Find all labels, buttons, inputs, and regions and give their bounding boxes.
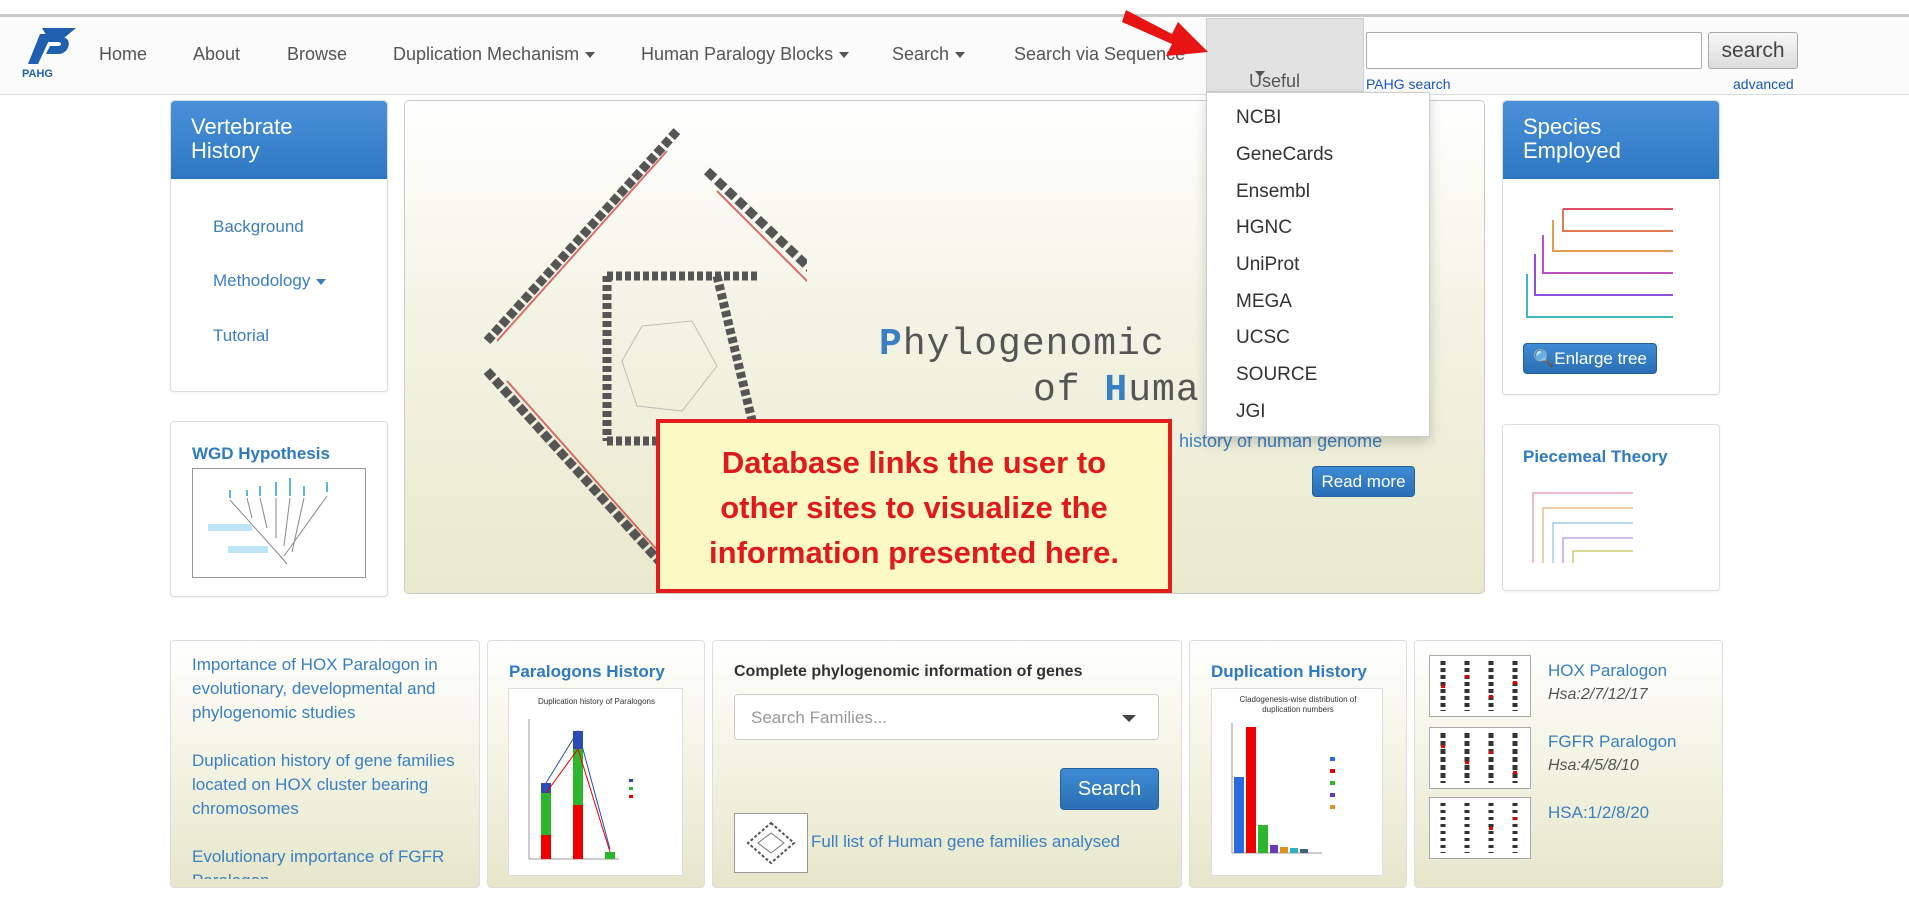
useful-links-menu[interactable]: Useful Links	[1206, 18, 1364, 112]
dropdown-item-genecards[interactable]: GeneCards	[1236, 144, 1333, 166]
duplication-history-title[interactable]: Duplication History	[1211, 662, 1367, 682]
fgfr-paralogon-chromosomes: Hsa:4/5/8/10	[1548, 757, 1639, 774]
family-search-select[interactable]: Search Families...	[734, 694, 1159, 740]
vertebrate-history-panel: Vertebrate History Background Methodolog…	[170, 100, 388, 392]
paralogons-history-panel: Paralogons History Duplication history o…	[487, 640, 705, 888]
dropdown-item-source[interactable]: SOURCE	[1236, 364, 1317, 386]
chevron-down-icon	[955, 52, 966, 59]
gene-families-thumb[interactable]	[734, 813, 808, 873]
red-arrow-icon	[1122, 10, 1208, 56]
hox-paralogon-chromosomes: Hsa:2/7/12/17	[1548, 686, 1648, 703]
nav-browse[interactable]: Browse	[287, 44, 347, 65]
paralogons-chart-title: Duplication history of Paralogons	[538, 697, 655, 706]
tutorial-link[interactable]: Tutorial	[213, 326, 269, 346]
nav-duplication-mechanism[interactable]: Duplication Mechanism	[393, 44, 596, 65]
methodology-link[interactable]: Methodology	[213, 271, 327, 291]
chevron-down-icon	[316, 278, 327, 285]
paralogons-list-panel: HOX Paralogon Hsa:2/7/12/17 FGFR Paralog…	[1414, 640, 1723, 888]
hsa-paralogon-link[interactable]: HSA:1/2/8/20	[1548, 803, 1649, 823]
dropdown-item-jgi[interactable]: JGI	[1236, 401, 1266, 423]
advanced-search-link[interactable]: advanced	[1733, 76, 1794, 92]
background-link[interactable]: Background	[213, 217, 304, 237]
hero-title-h: H	[1104, 369, 1129, 412]
species-title-1: Species	[1523, 114, 1602, 139]
dropdown-item-uniprot[interactable]: UniProt	[1236, 254, 1299, 276]
hox-paralogon-thumb[interactable]	[1429, 655, 1531, 717]
callout-line-1: Database links the user to	[721, 445, 1107, 480]
hero-title-uma: uma	[1128, 369, 1200, 412]
callout-line-2: other sites to visualize the	[720, 490, 1108, 525]
hsa-paralogon-thumb[interactable]	[1429, 797, 1531, 859]
hox-paralogon-link[interactable]: HOX Paralogon	[1548, 661, 1667, 681]
wgd-hypothesis-title[interactable]: WGD Hypothesis	[192, 444, 330, 464]
dropdown-item-hgnc[interactable]: HGNC	[1236, 217, 1292, 239]
search-button[interactable]: search	[1708, 32, 1798, 69]
vertebrate-history-title-2: History	[191, 138, 260, 163]
dropdown-arrow-icon	[1122, 715, 1136, 722]
duplication-history-panel: Duplication History Cladogenesis-wise di…	[1189, 640, 1407, 888]
species-tree	[1526, 208, 1673, 318]
hero-title-line-1: Phylogenomic	[879, 323, 1165, 366]
nav-search-label: Search	[892, 44, 950, 64]
nav-about[interactable]: About	[193, 44, 240, 65]
paralogons-history-title[interactable]: Paralogons History	[509, 662, 665, 682]
logo-icon: PAHG	[22, 28, 76, 80]
full-list-link[interactable]: Full list of Human gene families analyse…	[811, 832, 1120, 852]
search-input[interactable]	[1366, 32, 1702, 69]
piecemeal-theory-panel[interactable]: Piecemeal Theory	[1502, 424, 1720, 591]
logo-text: PAHG	[22, 68, 53, 80]
hero-title-initial: P	[879, 323, 903, 366]
duplication-chart	[1231, 723, 1335, 854]
complete-information-title: Complete phylogenomic information of gen…	[734, 663, 1083, 680]
complete-information-panel: Complete phylogenomic information of gen…	[712, 640, 1182, 888]
methodology-label: Methodology	[213, 271, 311, 290]
pahg-search-link[interactable]: PAHG search	[1366, 76, 1451, 92]
dropdown-item-ncbi[interactable]: NCBI	[1236, 107, 1281, 129]
piecemeal-theory-title[interactable]: Piecemeal Theory	[1523, 447, 1668, 467]
nav-human-paralogy-blocks-label: Human Paralogy Blocks	[641, 44, 834, 64]
fgfr-paralogon-link[interactable]: FGFR Paralogon	[1548, 732, 1677, 752]
family-search-button[interactable]: Search	[1060, 768, 1159, 810]
useful-links-dropdown: NCBI GeneCards Ensembl HGNC UniProt MEGA…	[1206, 92, 1430, 437]
family-search-placeholder: Search Families...	[751, 708, 888, 727]
dropdown-item-mega[interactable]: MEGA	[1236, 291, 1292, 313]
duplication-chart-title: Cladogenesis-wise distribution of duplic…	[1239, 695, 1357, 714]
paralogons-chart	[528, 719, 633, 860]
pahg-logo[interactable]: PAHG	[20, 24, 78, 80]
fgfr-paralogon-thumb[interactable]	[1429, 727, 1531, 789]
chevron-down-icon	[839, 52, 850, 59]
species-employed-panel: Species Employed 🔍Enlarge tree	[1502, 100, 1720, 395]
hero-title-line-2: of Huma	[1033, 369, 1200, 412]
nav-duplication-mechanism-label: Duplication Mechanism	[393, 44, 580, 64]
duplication-history-link[interactable]: Duplication history of gene families loc…	[192, 749, 472, 821]
callout-line-3: information presented here.	[709, 535, 1119, 570]
nav-search[interactable]: Search	[892, 44, 966, 65]
piecemeal-diagram	[1532, 492, 1633, 563]
vertebrate-history-title-1: Vertebrate	[191, 114, 293, 139]
chevron-down-icon	[1255, 71, 1265, 77]
enlarge-tree-button[interactable]: 🔍Enlarge tree	[1523, 343, 1657, 374]
fgfr-importance-link[interactable]: Evolutionary importance of FGFR Paralogo…	[192, 845, 472, 879]
hero-title-rest: hylogenomic	[902, 323, 1165, 366]
species-employed-header: Species Employed	[1503, 101, 1719, 179]
dropdown-item-ensembl[interactable]: Ensembl	[1236, 181, 1310, 203]
read-more-button[interactable]: Read more	[1312, 466, 1415, 497]
species-title-2: Employed	[1523, 138, 1621, 163]
chevron-down-icon	[585, 52, 596, 59]
articles-panel: Importance of HOX Paralogon in evolution…	[170, 640, 480, 888]
zoom-in-icon: 🔍	[1533, 349, 1555, 368]
paralogons-chart-thumb[interactable]: Duplication history of Paralogons	[508, 688, 683, 876]
wgd-diagram	[192, 468, 366, 578]
dropdown-item-ucsc[interactable]: UCSC	[1236, 327, 1290, 349]
wgd-hypothesis-panel[interactable]: WGD Hypothesis	[170, 421, 388, 597]
enlarge-tree-label: Enlarge tree	[1554, 349, 1647, 368]
hox-importance-link[interactable]: Importance of HOX Paralogon in evolution…	[192, 653, 462, 725]
nav-home[interactable]: Home	[99, 44, 147, 65]
nav-human-paralogy-blocks[interactable]: Human Paralogy Blocks	[641, 44, 850, 65]
hero-title-of: of	[1033, 369, 1081, 412]
duplication-chart-thumb[interactable]: Cladogenesis-wise distribution of duplic…	[1211, 688, 1383, 876]
vertebrate-history-header: Vertebrate History	[171, 101, 387, 179]
annotation-callout: Database links the user to other sites t…	[656, 419, 1172, 593]
